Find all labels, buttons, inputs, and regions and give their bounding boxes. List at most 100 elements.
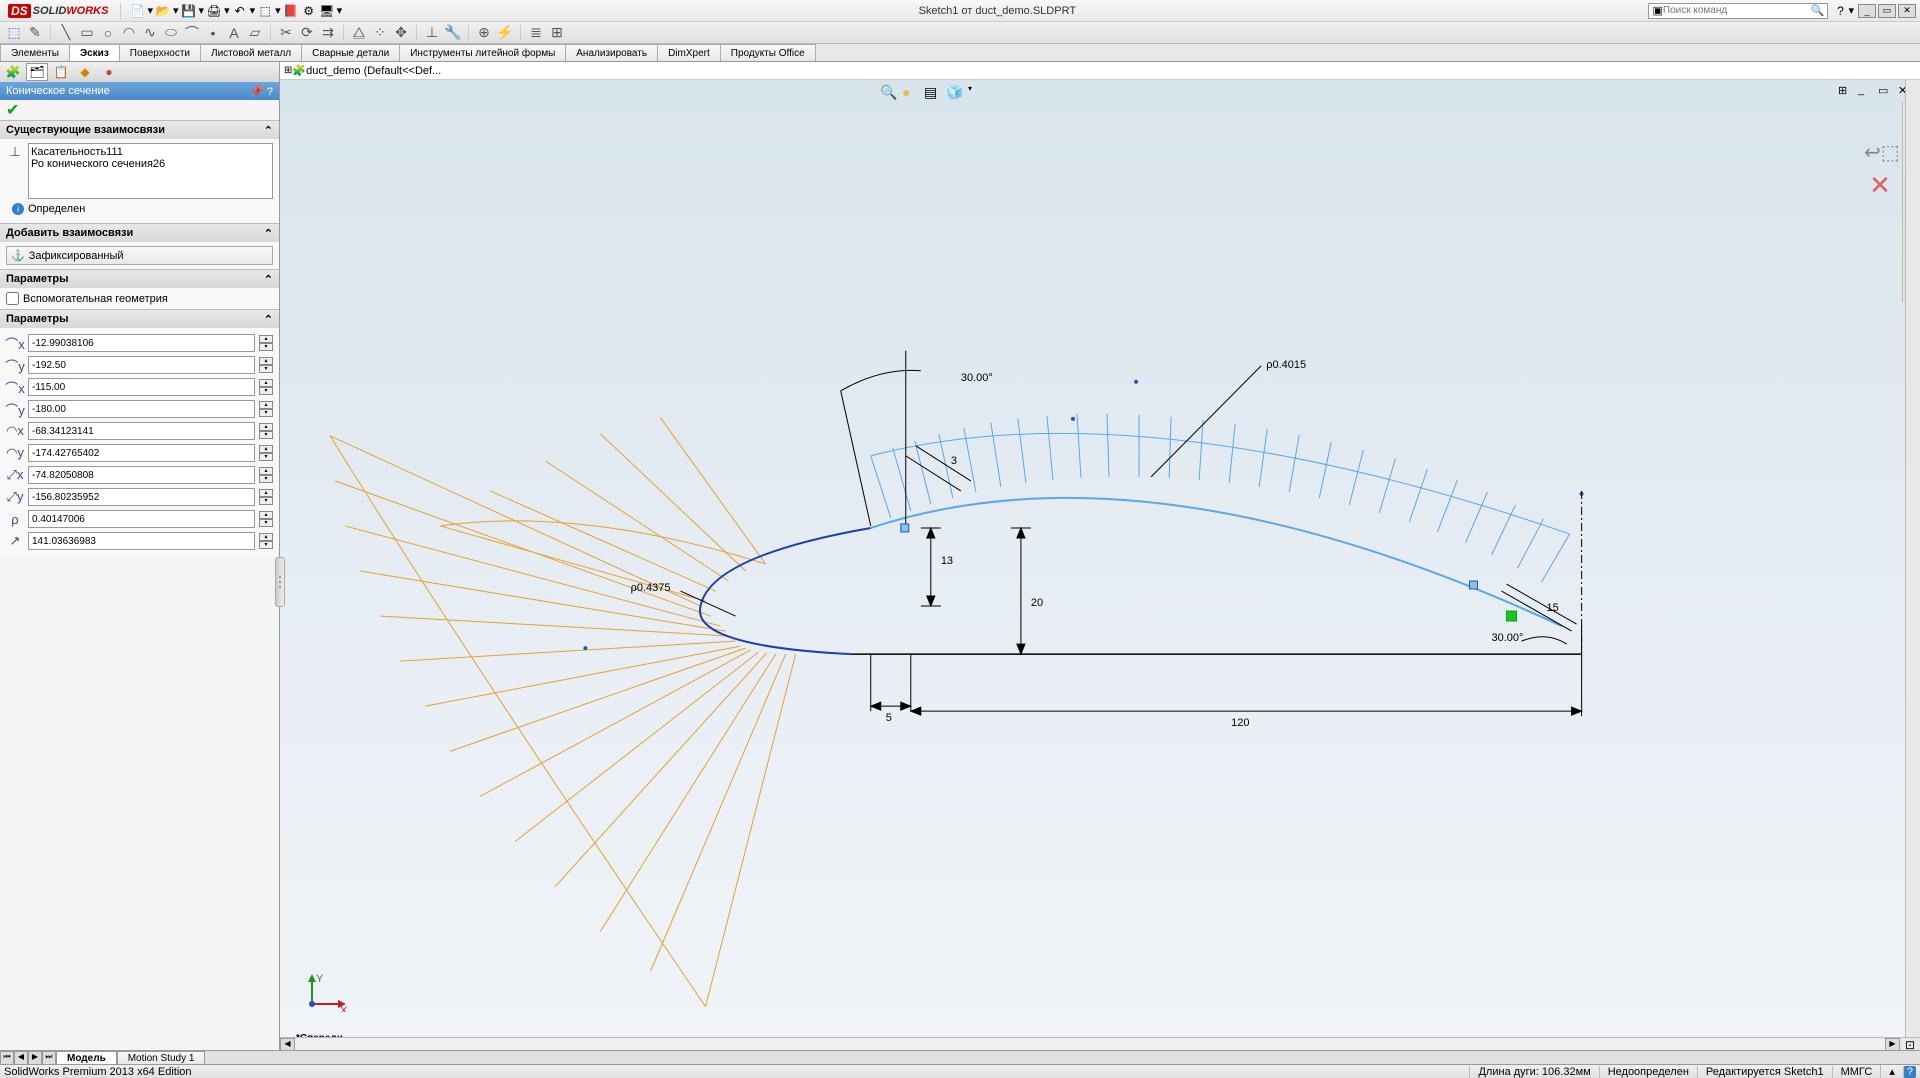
dim-5[interactable]: 5 (886, 712, 892, 724)
open-icon[interactable]: 📂 (155, 3, 171, 19)
units-label[interactable]: ММГС (1832, 1066, 1881, 1078)
view-triad[interactable]: Y X (300, 972, 350, 1012)
dim-3[interactable]: 3 (951, 455, 957, 467)
feature-tree-tab-icon[interactable]: 🧩 (2, 63, 24, 81)
repair-icon[interactable]: 🔧 (443, 24, 463, 42)
save-icon[interactable]: 💾 (181, 3, 197, 19)
exit-sketch-icon[interactable]: ⬚ (4, 24, 24, 42)
print-icon[interactable]: 🖨 (206, 3, 222, 19)
dim-angle1[interactable]: 30.00° (961, 372, 993, 384)
tab-office[interactable]: Продукты Office (720, 44, 816, 61)
quick-snaps-icon[interactable]: ⊕ (474, 24, 494, 42)
collapse-icon[interactable]: ⌃ (264, 313, 273, 326)
move-icon[interactable]: ✥ (391, 24, 411, 42)
construction-checkbox[interactable]: Вспомогательная геометрия (6, 292, 273, 305)
config-tab-icon[interactable]: 📋 (50, 63, 72, 81)
sketch-canvas[interactable]: 30.00° ρ0.4015 ρ0.4375 3 13 (280, 80, 1902, 1052)
collapse-icon[interactable]: ⌃ (264, 273, 273, 286)
collapse-icon[interactable]: ⌃ (264, 124, 273, 137)
relation-item[interactable]: Ро конического сечения26 (31, 158, 270, 170)
misc2-icon[interactable]: ⊞ (547, 24, 567, 42)
trim-icon[interactable]: ✂ (276, 24, 296, 42)
tree-expand-icon[interactable]: ⊞ (284, 65, 292, 76)
pattern-icon[interactable]: ⁘ (370, 24, 390, 42)
param-len[interactable] (28, 532, 255, 550)
undo-icon[interactable]: ↶ (232, 3, 248, 19)
status-expand-icon[interactable]: ▴ (1880, 1065, 1903, 1078)
tab-evaluate[interactable]: Анализировать (565, 44, 658, 61)
tab-prev-icon[interactable]: ◀ (14, 1051, 28, 1065)
misc1-icon[interactable]: ≣ (526, 24, 546, 42)
tab-sketch[interactable]: Эскиз (69, 44, 120, 61)
status-help-icon[interactable]: ? (1903, 1066, 1916, 1078)
new-icon[interactable]: 📄 (129, 3, 145, 19)
vertical-scrollbar[interactable] (1905, 80, 1920, 1037)
param-end-x[interactable] (28, 378, 255, 396)
close-button[interactable]: ✕ (1898, 4, 1916, 18)
rect-icon[interactable]: ▭ (77, 24, 97, 42)
arc-icon[interactable]: ◠ (119, 24, 139, 42)
search-input[interactable] (1663, 5, 1811, 16)
dim-15[interactable]: 15 (1547, 602, 1559, 614)
select-icon[interactable]: ⬚ (257, 3, 273, 19)
line-icon[interactable]: ╲ (56, 24, 76, 42)
dim-20[interactable]: 20 (1031, 597, 1043, 609)
dim-120[interactable]: 120 (1231, 717, 1249, 729)
tab-weldments[interactable]: Сварные детали (301, 44, 400, 61)
param-start-x[interactable] (28, 334, 255, 352)
screen-icon[interactable]: 🖥 (319, 3, 335, 19)
tab-next-icon[interactable]: ▶ (28, 1051, 42, 1065)
dim-angle2[interactable]: 30.00° (1491, 632, 1523, 644)
tab-mold[interactable]: Инструменты литейной формы (399, 44, 566, 61)
param-apex-y[interactable] (28, 444, 255, 462)
tab-motion-study[interactable]: Motion Study 1 (117, 1051, 206, 1065)
ellipse-icon[interactable]: ⬭ (161, 24, 181, 42)
help-small-icon[interactable]: ? (267, 86, 273, 98)
offset-icon[interactable]: ⇉ (318, 24, 338, 42)
tab-elements[interactable]: Элементы (0, 44, 70, 61)
param-end-y[interactable] (28, 400, 255, 418)
text-icon[interactable]: A (224, 24, 244, 42)
tab-last-icon[interactable]: ⏭ (42, 1051, 56, 1065)
graphics-viewport[interactable]: ⊞ 🧩 duct_demo (Default<<Def... 🔍 ● ▤ 🧊▾ … (280, 62, 1920, 1052)
command-search[interactable]: ▣ 🔍 (1648, 3, 1828, 19)
plane-icon[interactable]: ▱ (245, 24, 265, 42)
tab-sheetmetal[interactable]: Листовой металл (200, 44, 302, 61)
convert-icon[interactable]: ⟳ (297, 24, 317, 42)
dim-rho1[interactable]: ρ0.4015 (1266, 359, 1306, 371)
dimension-icon[interactable]: ✎ (25, 24, 45, 42)
ok-icon[interactable]: ✔ (6, 100, 19, 120)
relations-list[interactable]: Касательность111 Ро конического сечения2… (28, 143, 273, 199)
fixed-relation-button[interactable]: ⚓ Зафиксированный (6, 246, 273, 265)
param-sh-x[interactable] (28, 466, 255, 484)
relations-icon[interactable]: ⊥ (422, 24, 442, 42)
spline-icon[interactable]: ∿ (140, 24, 160, 42)
rebuild-icon[interactable]: 📕 (283, 3, 299, 19)
dimxpert-tab-icon[interactable]: ◆ (74, 63, 96, 81)
tab-dimxpert[interactable]: DimXpert (657, 44, 721, 61)
mirror-icon[interactable]: ⧋ (349, 24, 369, 42)
rapid-icon[interactable]: ⚡ (495, 24, 515, 42)
property-manager-tab-icon[interactable]: 🗂 (26, 63, 48, 81)
collapse-icon[interactable]: ⌃ (264, 227, 273, 240)
tab-surfaces[interactable]: Поверхности (119, 44, 201, 61)
dim-rho2[interactable]: ρ0.4375 (631, 582, 671, 594)
param-sh-y[interactable] (28, 488, 255, 506)
param-start-y[interactable] (28, 356, 255, 374)
param-apex-x[interactable] (28, 422, 255, 440)
search-lens-icon[interactable]: 🔍 (1811, 4, 1825, 17)
pin-icon[interactable]: 📌 (250, 86, 264, 98)
relation-item[interactable]: Касательность111 (31, 146, 270, 158)
dim-13[interactable]: 13 (941, 555, 953, 567)
help-icon[interactable]: ? (1832, 3, 1848, 19)
point-icon[interactable]: • (203, 24, 223, 42)
options-icon[interactable]: ⚙ (301, 3, 317, 19)
spin-up[interactable]: ▴ (259, 335, 273, 343)
fillet-icon[interactable]: ⌒ (182, 24, 202, 42)
tree-root-label[interactable]: duct_demo (Default<<Def... (306, 65, 441, 77)
tab-model[interactable]: Модель (56, 1051, 117, 1065)
param-rho[interactable] (28, 510, 255, 528)
circle-icon[interactable]: ○ (98, 24, 118, 42)
minimize-button[interactable]: _ (1858, 4, 1876, 18)
tab-first-icon[interactable]: ⏮ (0, 1051, 14, 1065)
